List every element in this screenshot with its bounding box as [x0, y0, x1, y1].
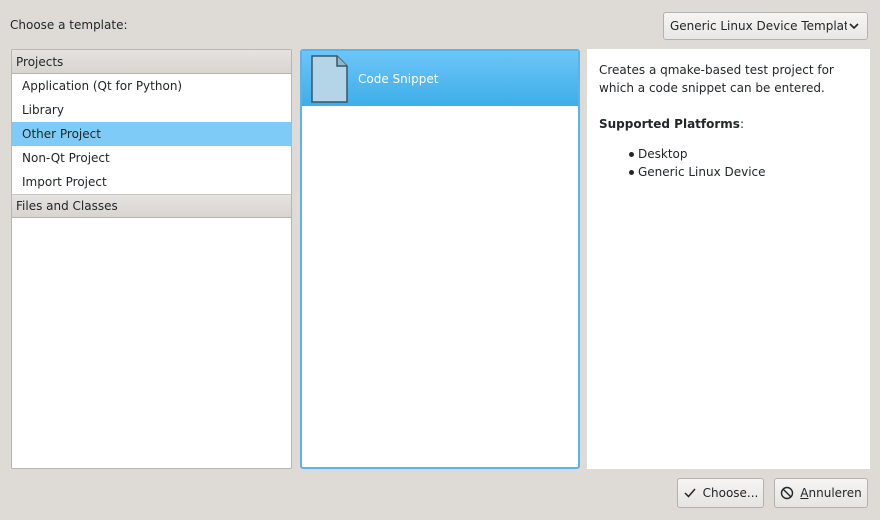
- document-icon: [311, 54, 348, 103]
- choose-template-label: Choose a template:: [10, 18, 128, 32]
- category-header-files-and-classes[interactable]: Files and Classes: [12, 194, 291, 218]
- category-list[interactable]: Projects Application (Qt for Python) Lib…: [11, 49, 292, 469]
- category-item-library[interactable]: Library: [12, 98, 291, 122]
- category-item-non-qt-project[interactable]: Non-Qt Project: [12, 146, 291, 170]
- template-name: Code Snippet: [358, 71, 439, 86]
- template-description-panel: Creates a qmake-based test project for w…: [587, 49, 870, 469]
- supported-platforms-colon: :: [739, 117, 744, 131]
- category-item-other-project[interactable]: Other Project: [12, 122, 291, 146]
- platform-item: Generic Linux Device: [629, 163, 858, 181]
- supported-platforms-heading: Supported Platforms:: [599, 115, 858, 133]
- bullet-icon: [629, 151, 634, 157]
- cancel-icon: [781, 486, 794, 500]
- choose-button[interactable]: Choose...: [677, 478, 764, 508]
- template-list[interactable]: Code Snippet: [300, 49, 580, 469]
- choose-button-label: Choose...: [702, 486, 759, 500]
- platform-label: Desktop: [638, 147, 688, 161]
- cancel-mnemonic: A: [800, 486, 809, 500]
- checkmark-icon: [684, 488, 696, 498]
- platform-list: Desktop Generic Linux Device: [599, 145, 858, 181]
- cancel-label-rest: nnuleren: [808, 486, 862, 500]
- category-item-import-project[interactable]: Import Project: [12, 170, 291, 194]
- template-item-code-snippet[interactable]: Code Snippet: [302, 51, 578, 106]
- cancel-button[interactable]: Annuleren: [774, 478, 868, 508]
- bullet-icon: [629, 169, 634, 175]
- template-set-dropdown[interactable]: Generic Linux Device Templates: [663, 12, 868, 40]
- chevron-down-icon: [849, 23, 859, 30]
- category-header-projects[interactable]: Projects: [12, 50, 291, 74]
- platform-item: Desktop: [629, 145, 858, 163]
- template-set-value: Generic Linux Device Templates: [670, 19, 847, 33]
- supported-platforms-label: Supported Platforms: [599, 117, 740, 131]
- cancel-button-label: Annuleren: [800, 486, 861, 500]
- platform-label: Generic Linux Device: [638, 165, 766, 179]
- category-item-application-qt-python[interactable]: Application (Qt for Python): [12, 74, 291, 98]
- description-text: Creates a qmake-based test project for w…: [599, 63, 834, 95]
